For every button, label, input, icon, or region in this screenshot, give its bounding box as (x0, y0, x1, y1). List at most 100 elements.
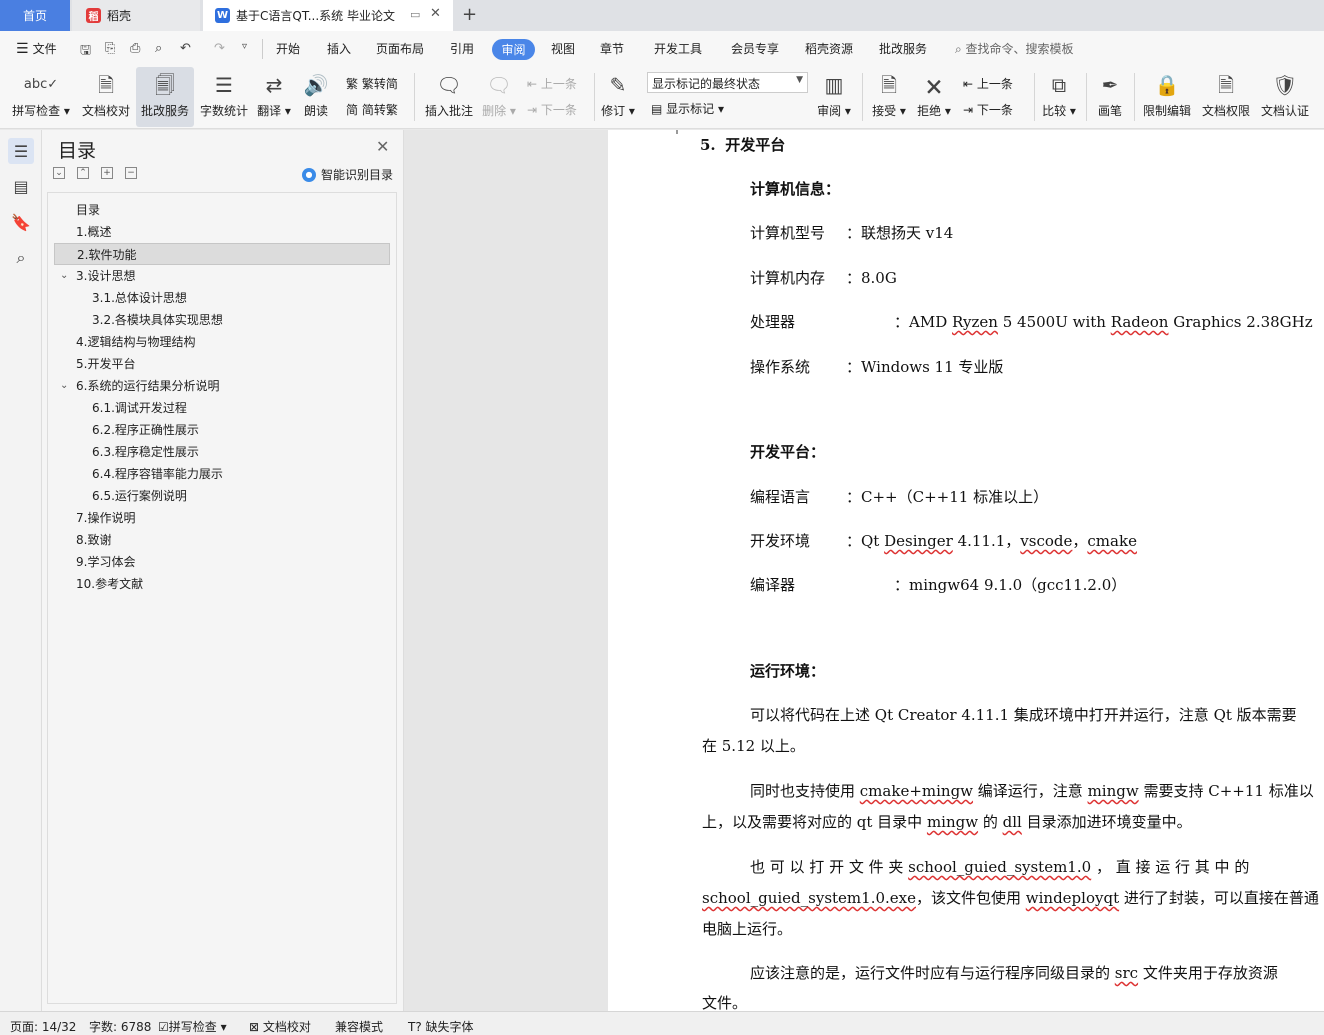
customize-chevron-down-icon[interactable]: ▿ (242, 41, 247, 52)
toc-item[interactable]: 5.开发平台 (54, 353, 390, 375)
toc-item-label: 目录 (76, 203, 101, 217)
menu-chapter[interactable]: 章节 (600, 40, 624, 57)
print-icon[interactable]: ⎙ (130, 41, 140, 56)
cpu-value-part: ：AMD (894, 313, 952, 331)
menu-daoke-resources[interactable]: 稻壳资源 (805, 40, 853, 57)
menu-review-service[interactable]: 批改服务 (879, 40, 927, 57)
to-simplified-button[interactable]: 简 简转繁 (346, 101, 398, 118)
read-aloud-button[interactable]: 🔊 朗读 (298, 67, 334, 127)
expand-all-icon[interactable]: ⌄ (53, 167, 65, 179)
accept-button[interactable]: 🗎 接受 ▾ (870, 67, 908, 127)
spell-check-button[interactable]: abc✓ 拼写检查 ▾ (8, 67, 74, 127)
float-window-icon[interactable]: ▭ (410, 8, 420, 21)
document-page[interactable]: 5. 开发平台 计算机信息： 计算机型号 ：联想扬天 v14 计算机内存 ：8.… (608, 130, 1324, 1011)
toc-item[interactable]: 6.4.程序容错率能力展示 (54, 463, 390, 485)
command-search[interactable]: ⌕ 查找命令、搜索模板 (955, 40, 1074, 57)
toc-item[interactable]: 6.2.程序正确性展示 (54, 419, 390, 441)
review-service-button[interactable]: 🗐 批改服务 (136, 67, 194, 127)
toc-item[interactable]: 3.1.总体设计思想 (54, 287, 390, 309)
to-traditional-button[interactable]: 繁 繁转简 (346, 75, 398, 92)
toc-item[interactable]: ⌄ 3.设计思想 (54, 265, 390, 287)
track-changes-button[interactable]: ✎ 修订 ▾ (600, 67, 636, 127)
translate-button[interactable]: ⇄ 翻译 ▾ (254, 67, 294, 127)
print-preview-icon[interactable]: ⌕ (155, 41, 162, 56)
word-count-button[interactable]: ☰ 字数统计 (197, 67, 251, 127)
prev-change-button[interactable]: ⇤ 上一条 (963, 75, 1013, 92)
reject-button[interactable]: 🗙 拒绝 ▾ (915, 67, 953, 127)
doc-permission-label: 文档权限 (1201, 104, 1250, 118)
remove-heading-icon[interactable]: − (125, 167, 137, 179)
toc-item[interactable]: 10.参考文献 (54, 573, 390, 595)
toc-item[interactable]: 6.5.运行案例说明 (54, 485, 390, 507)
tab-document[interactable]: W 基于C语言QT...系统 毕业论文 ▭ ✕ (203, 0, 453, 31)
text-part: 需要支持 C++11 标准以 (1138, 782, 1314, 800)
doc-certify-button[interactable]: 🛡 文档认证 (1258, 67, 1312, 127)
env-value-part: 4.11.1， (952, 532, 1021, 550)
doc-proof-status[interactable]: ⊠ 文档校对 (249, 1018, 311, 1035)
outline-icon[interactable]: ▤ (8, 173, 34, 199)
compare-button[interactable]: ⧉ 比较 ▾ (1040, 67, 1078, 127)
doc-permission-button[interactable]: 🗎 文档权限 (1199, 67, 1253, 127)
toc-item[interactable]: 8.致谢 (54, 529, 390, 551)
menu-member[interactable]: 会员专享 (731, 40, 779, 57)
restrict-edit-button[interactable]: 🔒 限制编辑 (1140, 67, 1194, 127)
toc-item[interactable]: 2.软件功能 (54, 243, 390, 265)
missing-font-status[interactable]: T? 缺失字体 (408, 1018, 474, 1035)
redo-icon[interactable]: ↷ (214, 41, 225, 56)
spell-check-toggle[interactable]: ☑拼写检查 ▾ (158, 1018, 227, 1035)
next-change-button[interactable]: ⇥ 下一条 (963, 101, 1013, 118)
tab-daoke[interactable]: 稻 稻壳 (72, 0, 200, 31)
page-indicator[interactable]: 页面: 14/32 (10, 1018, 76, 1035)
pen-button[interactable]: ✒ 画笔 (1094, 67, 1126, 127)
file-menu[interactable]: ☰ 文件 (16, 40, 57, 57)
doc-proof-button[interactable]: 🗎 文档校对 (78, 67, 134, 127)
undo-icon[interactable]: ↶ (180, 41, 191, 56)
computer-info-heading: 计算机信息： (750, 178, 840, 199)
toc-item[interactable]: 4.逻辑结构与物理结构 (54, 331, 390, 353)
menu-review[interactable]: 审阅 (492, 39, 535, 60)
add-heading-icon[interactable]: + (101, 167, 113, 179)
next-comment-button[interactable]: ⇥ 下一条 (527, 101, 577, 118)
close-tab-icon[interactable]: ✕ (430, 6, 441, 21)
close-icon[interactable]: ✕ (376, 137, 389, 156)
menu-view[interactable]: 视图 (551, 40, 575, 57)
page-margin-area (404, 130, 608, 1011)
toc-item[interactable]: 6.3.程序稳定性展示 (54, 441, 390, 463)
toc-item[interactable]: 9.学习体会 (54, 551, 390, 573)
save-icon[interactable]: 🖫 (80, 41, 91, 63)
search-icon[interactable]: ⌕ (8, 245, 34, 271)
menu-references[interactable]: 引用 (450, 40, 474, 57)
toc-item[interactable]: ⌄ 6.系统的运行结果分析说明 (54, 375, 390, 397)
model-value: ：联想扬天 v14 (846, 224, 954, 242)
smart-toc-button[interactable]: ● 智能识别目录 (302, 166, 393, 183)
menu-insert[interactable]: 插入 (327, 40, 351, 57)
toc-item[interactable]: 目录 (54, 199, 390, 221)
export-icon[interactable]: ⎘ (105, 41, 115, 56)
review-pane-button[interactable]: ▥ 审阅 ▾ (815, 67, 853, 127)
chevron-down-icon[interactable]: ⌄ (60, 375, 68, 397)
collapse-all-icon[interactable]: ⌃ (77, 167, 89, 179)
toc-item[interactable]: 3.2.各模块具体实现思想 (54, 309, 390, 331)
show-markup-button[interactable]: ▤ 显示标记 ▾ (651, 100, 724, 117)
compat-mode[interactable]: 兼容模式 (335, 1018, 383, 1035)
word-count[interactable]: 字数: 6788 (89, 1018, 151, 1035)
paragraph-line: 在 5.12 以上。 (702, 737, 805, 755)
menu-developer[interactable]: 开发工具 (654, 40, 702, 57)
toc-item[interactable]: 1.概述 (54, 221, 390, 243)
markup-state-select[interactable]: 显示标记的最终状态 ▼ (647, 72, 808, 93)
delete-comment-button[interactable]: 🗨 删除 ▾ (480, 67, 518, 127)
cpu-value-part: Graphics 2.38GHz (1168, 313, 1313, 331)
toc-item[interactable]: 6.1.调试开发过程 (54, 397, 390, 419)
insert-comment-button[interactable]: 🗨 插入批注 (422, 67, 476, 127)
toc-panel-icon[interactable]: ☰ (8, 138, 34, 164)
toc-item[interactable]: 7.操作说明 (54, 507, 390, 529)
prev-comment-button[interactable]: ⇤ 上一条 (527, 75, 577, 92)
menu-start[interactable]: 开始 (276, 40, 300, 57)
checkbox-icon: ☑ (158, 1020, 169, 1034)
chevron-down-icon[interactable]: ⌄ (60, 265, 68, 287)
bookmark-icon[interactable]: 🔖 (8, 209, 34, 235)
new-tab-icon[interactable]: + (462, 4, 477, 25)
menu-page-layout[interactable]: 页面布局 (376, 40, 424, 57)
tab-home[interactable]: 首页 (0, 0, 70, 31)
permission-icon: 🗎 (1217, 73, 1235, 97)
